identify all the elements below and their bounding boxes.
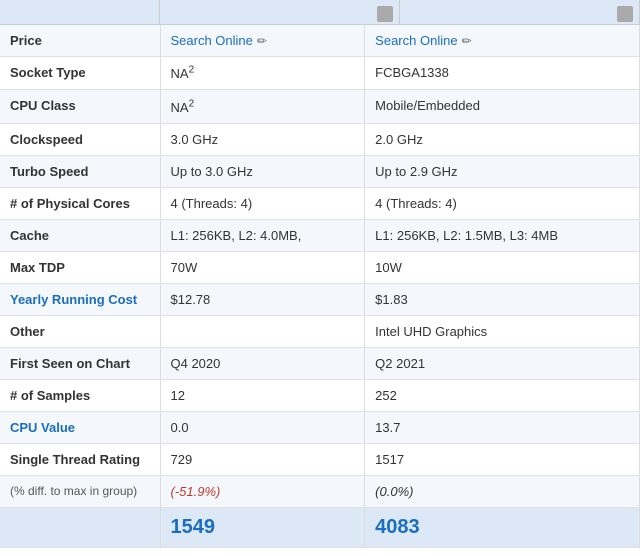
row-col2-9: Intel UHD Graphics <box>365 315 640 347</box>
row-col2-12: 13.7 <box>365 411 640 443</box>
row-label-3: Clockspeed <box>0 123 160 155</box>
row-label-14: (% diff. to max in group) <box>0 475 160 507</box>
row-label-8: Yearly Running Cost <box>0 283 160 315</box>
diff-col1: (-51.9%) <box>171 484 221 499</box>
search-online-link-col1[interactable]: Search Online <box>171 33 253 48</box>
header-col1 <box>160 0 400 24</box>
row-label-1: Socket Type <box>0 57 160 90</box>
row-col1-14: (-51.9%) <box>160 475 365 507</box>
row-col1-6: L1: 256KB, L2: 4.0MB, <box>160 219 365 251</box>
row-col2-1: FCBGA1338 <box>365 57 640 90</box>
row-col2-13: 1517 <box>365 443 640 475</box>
close-col1-button[interactable] <box>377 6 393 22</box>
row-col1-7: 70W <box>160 251 365 283</box>
edit-icon-col1[interactable]: ✏ <box>257 34 267 48</box>
row-col2-6: L1: 256KB, L2: 1.5MB, L3: 4MB <box>365 219 640 251</box>
row-col1-2: NA2 <box>160 90 365 123</box>
blue-label: CPU Value <box>10 420 75 435</box>
row-label-2: CPU Class <box>0 90 160 123</box>
comparison-table: Price Search Online ✏ Search Online ✏ Socket … <box>0 25 640 548</box>
search-online-link-col2[interactable]: Search Online <box>375 33 457 48</box>
score-value-col2: 4083 <box>375 516 420 538</box>
row-label-11: # of Samples <box>0 379 160 411</box>
row-col2-5: 4 (Threads: 4) <box>365 187 640 219</box>
blue-label: Yearly Running Cost <box>10 292 137 307</box>
row-label-5: # of Physical Cores <box>0 187 160 219</box>
row-col1-5: 4 (Threads: 4) <box>160 187 365 219</box>
row-col1-4: Up to 3.0 GHz <box>160 155 365 187</box>
score-value-col1: 1549 <box>171 516 216 538</box>
score-col2: 4083 <box>365 507 640 547</box>
row-col1-12: 0.0 <box>160 411 365 443</box>
score-col1: 1549 <box>160 507 365 547</box>
row-col2-0[interactable]: Search Online ✏ <box>365 25 640 57</box>
row-col2-7: 10W <box>365 251 640 283</box>
row-label-0: Price <box>0 25 160 57</box>
row-col2-11: 252 <box>365 379 640 411</box>
row-col2-8: $1.83 <box>365 283 640 315</box>
edit-icon-col2[interactable]: ✏ <box>462 34 472 48</box>
row-col2-10: Q2 2021 <box>365 347 640 379</box>
comparison-header <box>0 0 640 25</box>
row-label-12: CPU Value <box>0 411 160 443</box>
row-label-9: Other <box>0 315 160 347</box>
row-col1-9 <box>160 315 365 347</box>
row-label-7: Max TDP <box>0 251 160 283</box>
header-col2 <box>400 0 640 24</box>
score-label <box>0 507 160 547</box>
comparison-container: Price Search Online ✏ Search Online ✏ Socket … <box>0 0 640 548</box>
row-col1-0[interactable]: Search Online ✏ <box>160 25 365 57</box>
row-col1-8: $12.78 <box>160 283 365 315</box>
row-label-4: Turbo Speed <box>0 155 160 187</box>
diff-col2: (0.0%) <box>375 484 413 499</box>
header-empty-cell <box>0 0 160 24</box>
row-col1-1: NA2 <box>160 57 365 90</box>
row-col1-11: 12 <box>160 379 365 411</box>
row-col1-13: 729 <box>160 443 365 475</box>
row-label-13: Single Thread Rating <box>0 443 160 475</box>
row-col1-10: Q4 2020 <box>160 347 365 379</box>
row-col2-2: Mobile/Embedded <box>365 90 640 123</box>
row-col2-14: (0.0%) <box>365 475 640 507</box>
row-label-10: First Seen on Chart <box>0 347 160 379</box>
row-col1-3: 3.0 GHz <box>160 123 365 155</box>
close-col2-button[interactable] <box>617 6 633 22</box>
row-col2-3: 2.0 GHz <box>365 123 640 155</box>
row-label-6: Cache <box>0 219 160 251</box>
row-col2-4: Up to 2.9 GHz <box>365 155 640 187</box>
